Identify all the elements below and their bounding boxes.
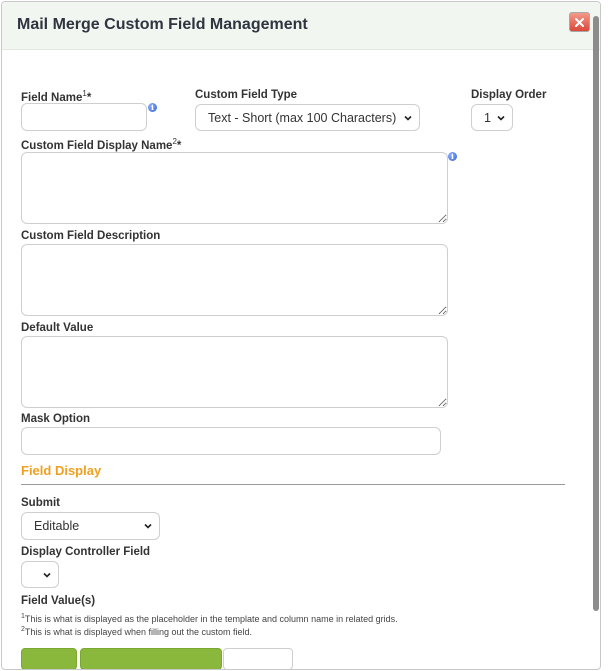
save-and-close-button[interactable] bbox=[80, 648, 222, 669]
field-name-label: Field Name1* bbox=[21, 89, 92, 104]
section-divider bbox=[21, 484, 565, 485]
description-label: Custom Field Description bbox=[21, 230, 161, 242]
display-name-label: Custom Field Display Name2* bbox=[21, 137, 182, 152]
mask-option-label: Mask Option bbox=[21, 413, 91, 425]
custom-field-type-value: Text - Short (max 100 Characters) bbox=[208, 110, 397, 125]
footnote-1: 1This is what is displayed as the placeh… bbox=[21, 613, 398, 624]
default-value-label: Default Value bbox=[21, 322, 94, 334]
chevron-down-icon bbox=[404, 115, 412, 121]
display-order-label: Display Order bbox=[471, 89, 547, 101]
chevron-down-icon bbox=[43, 572, 51, 578]
footnote-2: 2This is what is displayed when filling … bbox=[21, 626, 253, 637]
description-textarea[interactable] bbox=[21, 244, 448, 316]
mask-option-input[interactable] bbox=[21, 427, 441, 455]
scrollbar[interactable] bbox=[593, 16, 599, 611]
default-value-textarea[interactable] bbox=[21, 336, 448, 408]
display-order-value: 1 bbox=[484, 110, 491, 125]
save-button[interactable] bbox=[21, 648, 77, 669]
submit-label: Submit bbox=[21, 497, 60, 509]
chevron-down-icon bbox=[497, 115, 505, 121]
display-controller-select[interactable] bbox=[21, 561, 59, 588]
field-values-label: Field Value(s) bbox=[21, 595, 96, 607]
field-name-input[interactable] bbox=[21, 103, 147, 131]
close-icon bbox=[575, 17, 584, 27]
custom-field-type-select[interactable]: Text - Short (max 100 Characters) bbox=[195, 104, 420, 131]
submit-select[interactable]: Editable bbox=[21, 512, 160, 540]
custom-field-type-label: Custom Field Type bbox=[195, 89, 298, 101]
display-name-textarea[interactable] bbox=[21, 152, 448, 224]
submit-value: Editable bbox=[34, 519, 80, 533]
info-icon[interactable]: i bbox=[448, 152, 457, 161]
display-order-select[interactable]: 1 bbox=[471, 104, 513, 131]
dialog-titlebar: Mail Merge Custom Field Management bbox=[2, 2, 600, 50]
close-button[interactable] bbox=[569, 12, 590, 32]
cancel-button[interactable] bbox=[223, 648, 293, 669]
custom-field-dialog: Mail Merge Custom Field Management Field… bbox=[1, 1, 601, 670]
field-display-heading: Field Display bbox=[21, 463, 102, 478]
chevron-down-icon bbox=[144, 523, 152, 529]
display-controller-label: Display Controller Field bbox=[21, 546, 151, 558]
info-icon[interactable]: i bbox=[148, 103, 157, 112]
dialog-title: Mail Merge Custom Field Management bbox=[17, 16, 308, 33]
